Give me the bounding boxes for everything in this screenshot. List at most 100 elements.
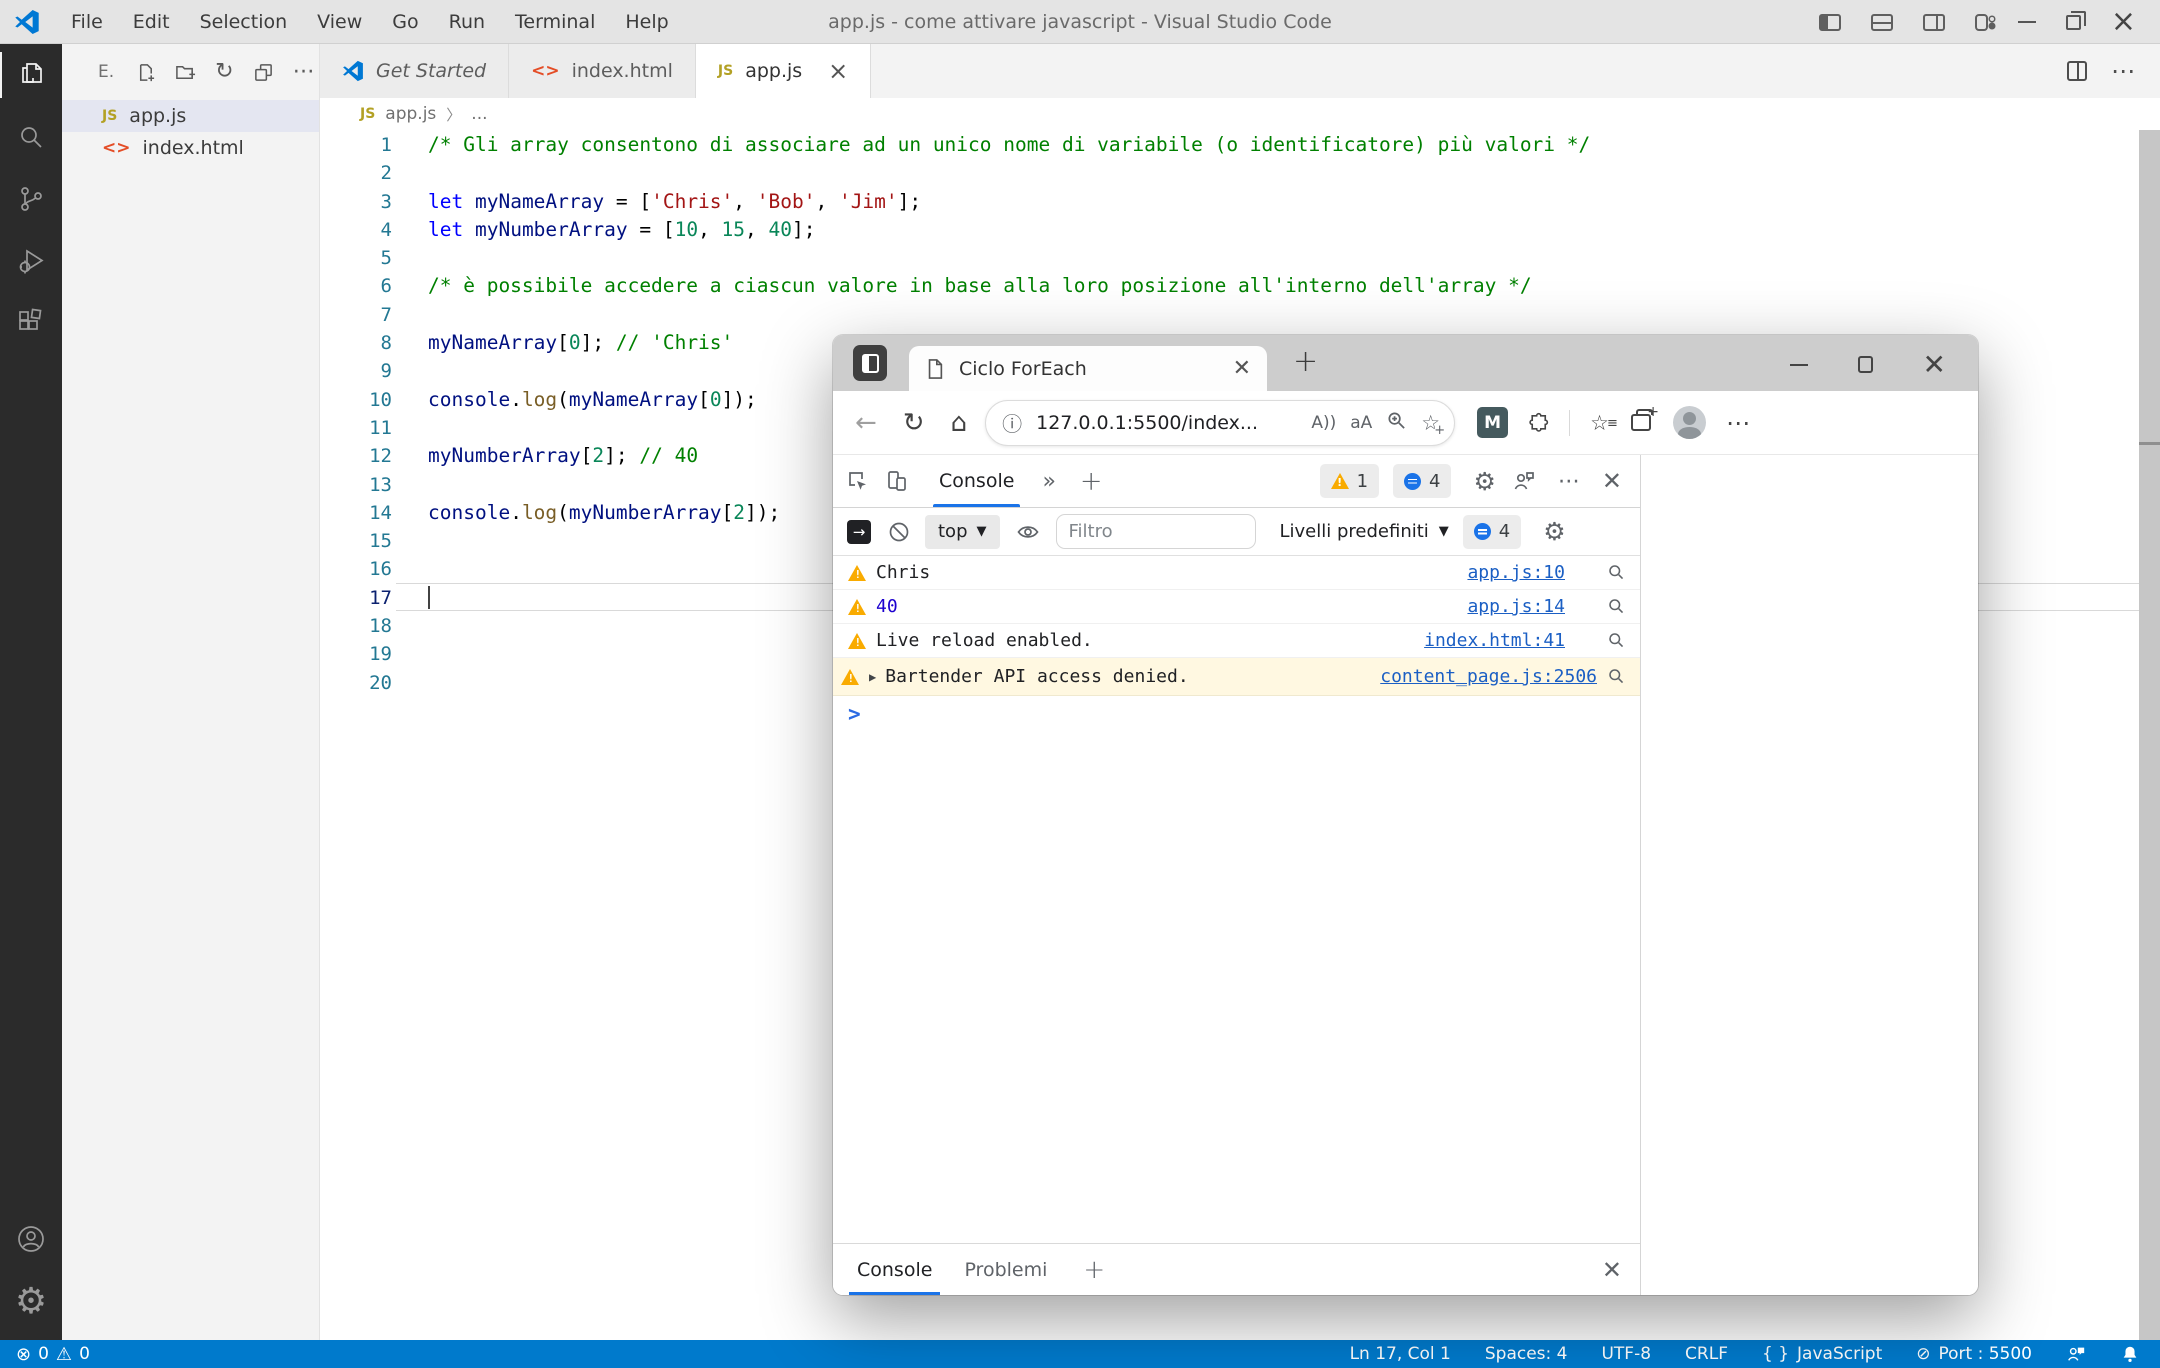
extensions-icon[interactable] [0,292,62,354]
explorer-view-icon[interactable] [0,44,62,106]
menu-item[interactable]: Help [610,11,683,33]
new-tab-icon[interactable]: + [1293,344,1318,379]
menu-item[interactable]: Go [377,11,433,33]
status-item[interactable]: Spaces: 4 [1485,1344,1568,1364]
new-folder-icon[interactable] [175,62,196,83]
message-count-badge[interactable]: 4 [1393,464,1451,498]
collapse-folders-icon[interactable] [253,62,274,83]
menu-item[interactable]: View [302,11,377,33]
editor-tab[interactable]: JS app.js × [696,44,871,98]
console-source-link[interactable]: content_page.js:2506 [1380,666,1597,687]
error-count[interactable]: 0 [38,1344,49,1364]
account-icon[interactable] [0,1208,62,1270]
status-item[interactable]: ⊘ Port : 5500 [1916,1344,2032,1364]
url-text[interactable]: 127.0.0.1:5500/index... [1036,412,1297,434]
more-tabs-icon[interactable]: » [1042,469,1055,494]
more-actions-icon[interactable]: ⋯ [2111,57,2136,85]
file-list-item[interactable]: <> index.html [62,132,319,164]
favorites-bar-icon[interactable]: ☆≡ [1590,411,1609,435]
m-extension-icon[interactable]: M [1477,407,1508,438]
status-item[interactable]: CRLF [1685,1344,1728,1364]
minimize-button[interactable] [1790,364,1808,366]
file-list-item[interactable]: JS app.js [62,100,319,132]
toggle-sidebar-icon[interactable] [1819,14,1841,31]
browser-tab[interactable]: Ciclo ForEach ✕ [909,346,1267,391]
status-item[interactable]: Ln 17, Col 1 [1350,1344,1451,1364]
search-source-icon[interactable] [1607,667,1626,686]
back-icon[interactable]: ← [855,408,877,438]
read-aloud-icon[interactable]: A)) [1311,413,1336,433]
translate-icon[interactable]: aA [1350,413,1372,433]
console-prompt[interactable]: > [833,696,1640,732]
execution-context-icon[interactable]: → [847,520,871,544]
settings-gear-icon[interactable]: ⚙ [0,1270,62,1332]
console-source-link[interactable]: app.js:10 [1467,562,1565,583]
source-control-icon[interactable] [0,168,62,230]
console-source-link[interactable]: index.html:41 [1424,630,1565,651]
device-toolbar-icon[interactable] [885,469,909,493]
site-info-icon[interactable]: ⓘ [1002,408,1022,437]
breadcrumb-more[interactable]: ... [471,104,487,124]
split-editor-icon[interactable] [2067,61,2087,81]
new-file-icon[interactable] [135,62,156,83]
home-icon[interactable]: ⌂ [951,408,968,438]
menu-item[interactable]: Selection [185,11,303,33]
breadcrumb[interactable]: JS app.js 〉 ... [320,98,2160,130]
search-icon[interactable] [0,106,62,168]
editor-tab[interactable]: <> index.html × [509,44,696,98]
breadcrumb-file[interactable]: app.js [385,104,436,124]
close-drawer-icon[interactable]: ✕ [1602,1256,1622,1284]
message-count-badge[interactable]: 4 [1463,515,1521,549]
browser-menu-icon[interactable]: ⋯ [1726,409,1750,437]
add-drawer-tab-icon[interactable]: + [1083,1255,1105,1285]
maximize-button[interactable] [1858,356,1873,373]
inspect-element-icon[interactable] [845,469,869,493]
search-source-icon[interactable] [1607,631,1626,650]
expand-arrow-icon[interactable]: ▶ [869,670,876,684]
warnings-icon[interactable]: ⚠ [56,1344,72,1365]
status-item[interactable]: UTF-8 [1601,1344,1651,1364]
notifications-bell-icon[interactable] [2120,1344,2140,1364]
clear-console-icon[interactable] [887,520,911,544]
drawer-tab[interactable]: Console [849,1244,940,1295]
devtools-settings-icon[interactable]: ⚙ [1473,467,1495,496]
context-selector[interactable]: top▼ [925,515,1000,549]
status-item[interactable]: { } JavaScript [1762,1344,1882,1364]
zoom-icon[interactable] [1386,410,1407,435]
menu-item[interactable]: Run [434,11,500,33]
console-source-link[interactable]: app.js:14 [1467,596,1565,617]
live-expression-eye-icon[interactable] [1016,520,1040,544]
errors-icon[interactable]: ⊗ [16,1344,31,1365]
console-settings-icon[interactable]: ⚙ [1543,517,1565,546]
devtools-more-icon[interactable]: ⋯ [1558,469,1580,494]
workspaces-icon[interactable] [853,345,887,381]
add-tab-icon[interactable]: + [1080,466,1103,497]
add-favorite-icon[interactable]: ☆+ [1421,411,1440,435]
close-devtools-icon[interactable]: ✕ [1602,467,1622,495]
close-button[interactable]: × [2111,12,2136,32]
refresh-icon[interactable]: ↻ [903,408,925,438]
extensions-puzzle-icon[interactable] [1528,411,1551,434]
refresh-icon[interactable]: ↻ [215,62,233,82]
restore-button[interactable] [2066,15,2081,30]
console-filter-input[interactable] [1056,514,1256,549]
close-tab-icon[interactable]: ✕ [1233,356,1251,381]
editor-scrollbar[interactable] [2139,130,2160,1340]
more-actions-icon[interactable]: ⋯ [293,62,315,82]
profile-avatar[interactable] [1673,406,1706,439]
run-debug-icon[interactable] [0,230,62,292]
customize-layout-icon[interactable] [1975,14,1988,31]
warning-count[interactable]: 0 [79,1344,90,1364]
page-viewport[interactable] [1640,455,1978,1295]
toggle-secondary-sidebar-icon[interactable] [1923,14,1945,31]
address-bar[interactable]: ⓘ 127.0.0.1:5500/index... A)) aA ☆+ [985,400,1455,446]
minimize-button[interactable] [2018,21,2036,23]
warning-count-badge[interactable]: 1 [1320,464,1379,498]
menu-item[interactable]: Edit [118,11,185,33]
close-button[interactable]: ✕ [1923,357,1946,373]
close-icon[interactable]: × [828,62,848,80]
search-source-icon[interactable] [1607,597,1626,616]
feedback-icon[interactable] [2066,1344,2086,1364]
collections-icon[interactable] [1631,414,1651,431]
log-levels-selector[interactable]: Livelli predefiniti▼ [1280,521,1449,542]
